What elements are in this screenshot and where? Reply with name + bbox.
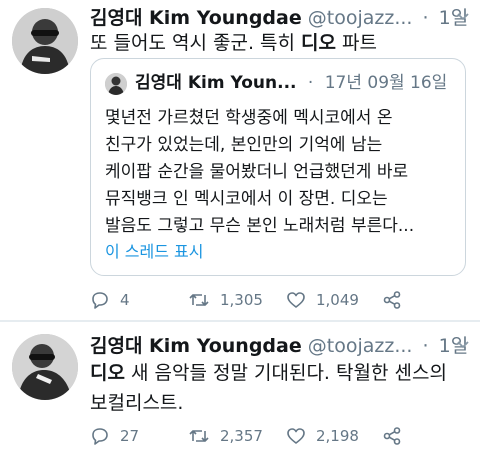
like-count: 2,198 <box>316 427 359 445</box>
share-icon <box>383 427 401 445</box>
reply-button[interactable]: 4 <box>90 290 130 310</box>
quoted-tweet-card[interactable]: 김영대 Kim Youn... · 17년 09월 16일 몇년전 가르쳤던 학… <box>90 58 466 276</box>
tweet-header: 김영대 Kim Youngdae @toojazz... · 1일 <box>90 6 468 30</box>
tweet-text: 또 들어도 역시 좋군. 특히 디오 파트 <box>90 30 377 56</box>
retweet-count: 2,357 <box>220 427 263 445</box>
retweet-button[interactable]: 2,357 <box>188 426 263 446</box>
tweet-text-part: 파트 <box>336 32 378 54</box>
quoted-text: 몇년전 가르쳤던 학생중에 멕시코에서 온 친구가 있었는데, 본인만의 기억에… <box>105 105 414 240</box>
author-handle[interactable]: @toojazz... <box>308 335 413 357</box>
reply-button[interactable]: 27 <box>90 426 139 446</box>
separator-dot: · <box>422 335 429 357</box>
like-icon <box>287 292 305 308</box>
author-handle[interactable]: @toojazz... <box>308 7 413 29</box>
quoted-line: 친구가 있었는데, 본인만의 기억에 남는 <box>105 135 383 155</box>
tweet-actions: 27 2,357 2,198 <box>90 426 450 448</box>
tweet-text-bold: 디오 <box>301 32 337 54</box>
chevron-down-icon[interactable] <box>456 338 470 356</box>
like-button[interactable]: 2,198 <box>286 426 359 446</box>
tweet-text-line: 디오 새 음악들 정말 기대된다. 탁월한 센스의 <box>90 360 447 386</box>
show-thread-link[interactable]: 이 스레드 표시 <box>105 241 204 263</box>
quoted-line: 발음도 그렇고 무슨 본인 노래처럼 부른다... <box>105 216 415 236</box>
avatar[interactable] <box>12 8 78 74</box>
tweet-actions: 4 1,305 1,049 <box>90 290 450 312</box>
share-button[interactable] <box>382 290 412 310</box>
separator-dot: · <box>422 7 429 29</box>
tweet[interactable]: 김영대 Kim Youngdae @toojazz... · 1일 또 들어도 … <box>0 0 480 320</box>
like-count: 1,049 <box>316 291 359 309</box>
tweet-text-part: 또 들어도 역시 좋군. 특히 <box>90 32 302 54</box>
tweet-text-bold: 디오 <box>90 362 125 384</box>
quoted-header: 김영대 Kim Youn... · 17년 09월 16일 <box>135 71 447 95</box>
like-button[interactable]: 1,049 <box>286 290 359 310</box>
tweet-text: 디오 새 음악들 정말 기대된다. 탁월한 센스의 보컬리스트. <box>90 360 447 416</box>
quoted-timestamp: 17년 09월 16일 <box>324 73 448 93</box>
quoted-avatar <box>105 73 127 95</box>
reply-icon <box>92 428 108 445</box>
reply-icon <box>92 292 108 309</box>
share-button[interactable] <box>382 426 412 446</box>
reply-count: 4 <box>120 291 130 309</box>
retweet-button[interactable]: 1,305 <box>188 290 263 310</box>
like-icon <box>287 428 305 444</box>
author-name[interactable]: 김영대 Kim Youngdae <box>90 7 302 29</box>
quoted-line: 케이팝 순간을 물어봤더니 언급했던게 바로 <box>105 162 409 182</box>
retweet-icon <box>189 430 209 442</box>
avatar[interactable] <box>12 334 78 400</box>
author-name[interactable]: 김영대 Kim Youngdae <box>90 335 302 357</box>
chevron-down-icon[interactable] <box>456 10 470 28</box>
tweet-text-line: 보컬리스트. <box>90 392 184 414</box>
retweet-icon <box>189 294 209 306</box>
separator-dot: · <box>307 73 314 93</box>
tweet-text-part: 새 음악들 정말 기대된다. 탁월한 센스의 <box>124 362 447 384</box>
quoted-author-name: 김영대 Kim Youn... <box>135 73 297 93</box>
retweet-count: 1,305 <box>220 291 263 309</box>
share-icon <box>383 291 401 309</box>
tweet-header: 김영대 Kim Youngdae @toojazz... · 1일 <box>90 334 468 358</box>
reply-count: 27 <box>120 427 140 445</box>
quoted-line: 몇년전 가르쳤던 학생중에 멕시코에서 온 <box>105 108 393 128</box>
tweet[interactable]: 김영대 Kim Youngdae @toojazz... · 1일 디오 새 음… <box>0 322 480 450</box>
quoted-line: 뮤직뱅크 인 멕시코에서 이 장면. 디오는 <box>105 189 388 209</box>
